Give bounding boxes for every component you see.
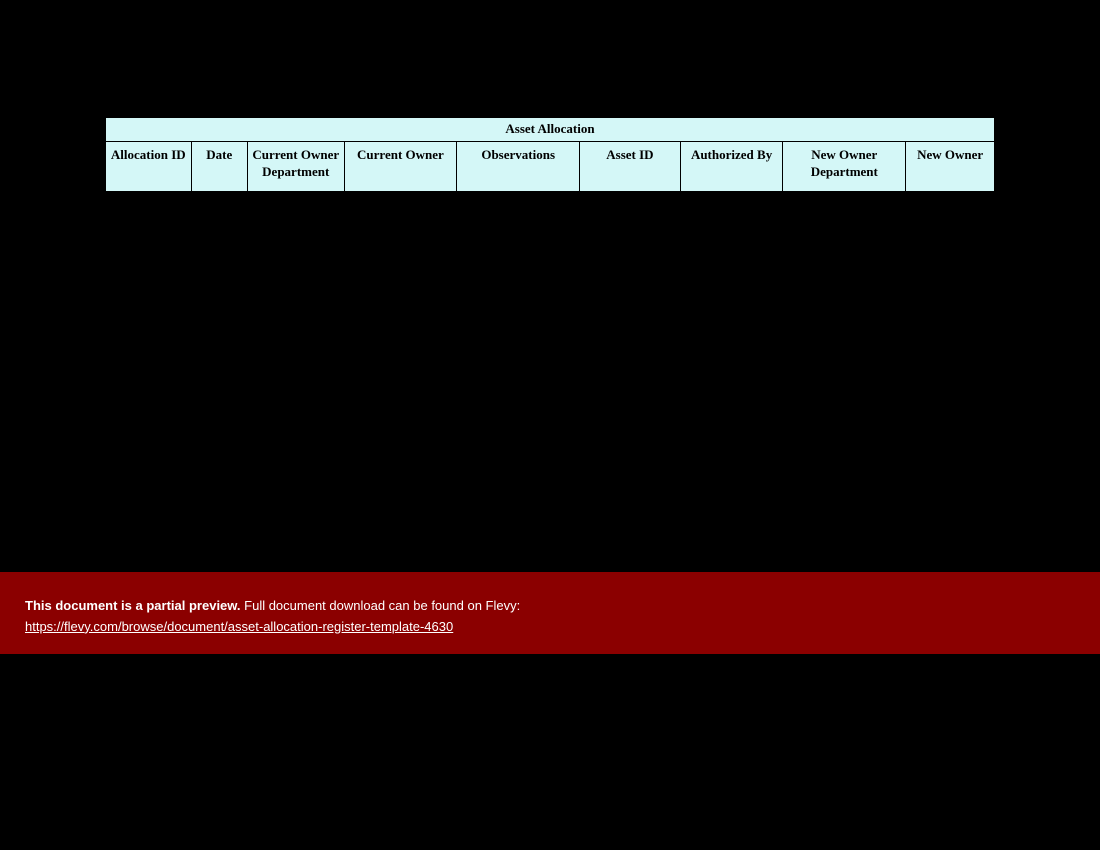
asset-allocation-table: Asset Allocation Allocation ID Date Curr… — [105, 117, 995, 192]
table-header-row: Allocation ID Date Current Owner Departm… — [106, 142, 995, 192]
col-header-observations: Observations — [457, 142, 580, 192]
banner-link[interactable]: https://flevy.com/browse/document/asset-… — [25, 619, 453, 634]
preview-banner: This document is a partial preview. Full… — [0, 572, 1100, 654]
col-header-allocation-id: Allocation ID — [106, 142, 192, 192]
col-header-new-owner-dept: New Owner Department — [783, 142, 906, 192]
table-title-row: Asset Allocation — [106, 118, 995, 142]
banner-rest-text: Full document download can be found on F… — [241, 598, 521, 613]
banner-strong-text: This document is a partial preview. — [25, 598, 241, 613]
col-header-date: Date — [191, 142, 247, 192]
col-header-new-owner: New Owner — [906, 142, 995, 192]
col-header-authorized-by: Authorized By — [680, 142, 783, 192]
table-title: Asset Allocation — [106, 118, 995, 142]
col-header-current-owner: Current Owner — [344, 142, 457, 192]
col-header-asset-id: Asset ID — [580, 142, 681, 192]
col-header-current-owner-dept: Current Owner Department — [247, 142, 344, 192]
